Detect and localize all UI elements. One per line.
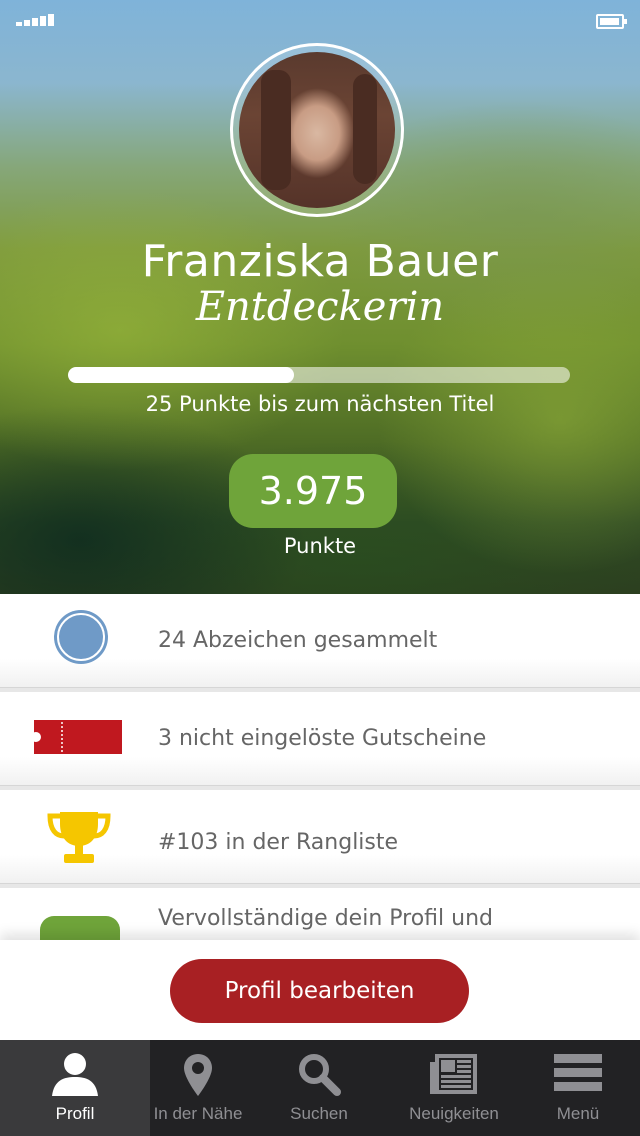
- tab-label: Suchen: [290, 1104, 348, 1123]
- list-item-complete-profile[interactable]: Vervollständige dein Profil und: [0, 888, 640, 940]
- title-progress-fill: [68, 367, 294, 383]
- list-item-vouchers[interactable]: 3 nicht eingelöste Gutscheine: [0, 692, 640, 786]
- action-bar: Profil bearbeiten: [0, 940, 640, 1040]
- list-item-ranking[interactable]: #103 in der Rangliste: [0, 790, 640, 884]
- list-item-label: #103 in der Rangliste: [158, 830, 399, 855]
- list-item-badges[interactable]: 24 Abzeichen gesammelt: [0, 594, 640, 688]
- menu-icon: [554, 1054, 602, 1091]
- tab-label: Profil: [55, 1104, 95, 1123]
- badge-icon: [54, 610, 108, 664]
- profile-header: Franziska Bauer Entdeckerin 25 Punkte bi…: [0, 0, 640, 594]
- title-progress-bar: [68, 367, 570, 383]
- person-icon: [52, 1053, 98, 1096]
- signal-strength-icon: [16, 14, 54, 26]
- tab-in-der-naehe[interactable]: In der Nähe: [150, 1040, 246, 1136]
- tab-label: Neuigkeiten: [409, 1104, 499, 1123]
- tab-bar: Profil In der Nähe Suchen Neuigkeiten Me…: [0, 1040, 640, 1136]
- edit-profile-button[interactable]: Profil bearbeiten: [170, 959, 469, 1023]
- stats-list: 24 Abzeichen gesammelt 3 nicht eingelöst…: [0, 594, 640, 940]
- points-badge: 3.975: [229, 454, 397, 528]
- avatar-photo: [239, 52, 395, 208]
- list-item-label: 24 Abzeichen gesammelt: [158, 628, 438, 653]
- profile-complete-icon: [40, 916, 120, 940]
- tab-profil[interactable]: Profil: [0, 1040, 150, 1136]
- tab-neuigkeiten[interactable]: Neuigkeiten: [392, 1040, 516, 1136]
- search-icon: [299, 1054, 341, 1096]
- battery-icon: [596, 14, 627, 29]
- list-item-label: Vervollständige dein Profil und: [158, 906, 493, 931]
- trophy-icon: [47, 812, 111, 863]
- points-label: Punkte: [283, 534, 357, 558]
- user-title: Entdeckerin: [195, 284, 445, 330]
- location-pin-icon: [184, 1054, 212, 1096]
- user-name: Franziska Bauer: [141, 236, 499, 287]
- tab-label: Menü: [556, 1104, 600, 1123]
- status-bar: [0, 0, 640, 40]
- tab-menue[interactable]: Menü: [516, 1040, 640, 1136]
- tab-label: In der Nähe: [153, 1104, 243, 1123]
- newspaper-icon: [430, 1054, 477, 1094]
- list-item-label: 3 nicht eingelöste Gutscheine: [158, 726, 487, 751]
- tab-suchen[interactable]: Suchen: [246, 1040, 392, 1136]
- avatar[interactable]: [230, 43, 404, 217]
- voucher-icon: [34, 720, 122, 754]
- progress-caption: 25 Punkte bis zum nächsten Titel: [145, 392, 495, 416]
